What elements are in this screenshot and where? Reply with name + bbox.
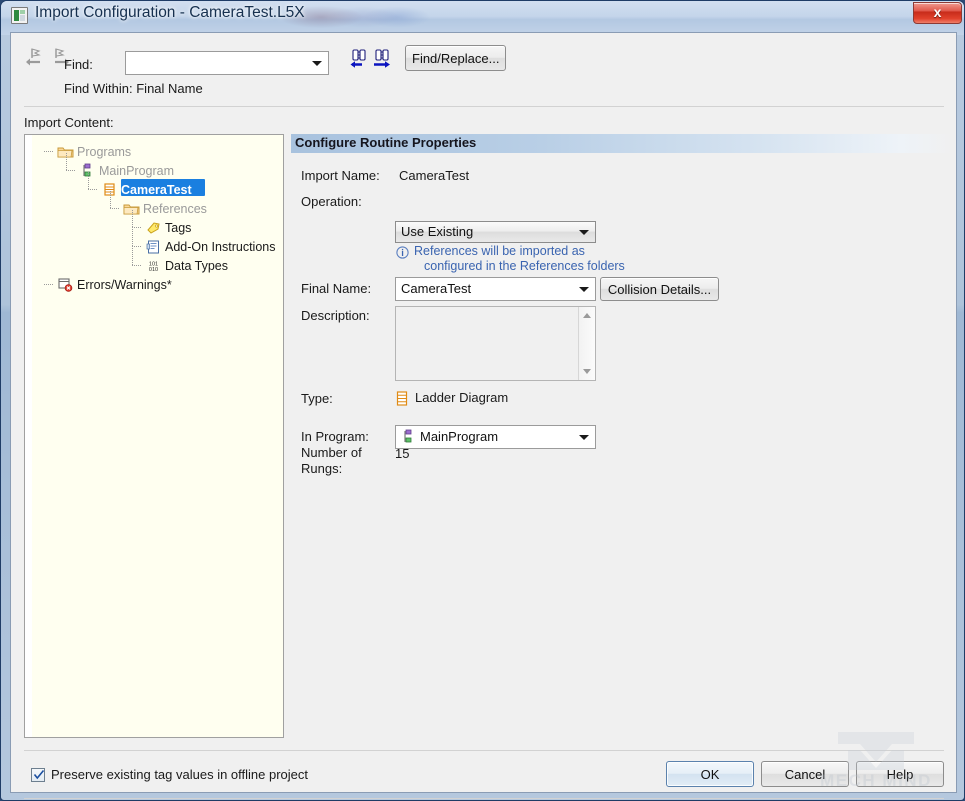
configure-routine-properties-panel: Configure Routine Properties Import Name… [291,134,956,738]
tree-connector [132,246,142,247]
tree-connector [44,151,54,152]
description-scrollbar[interactable] [578,307,595,380]
dialog-client-area: Find: [10,32,957,793]
flag-previous-icon[interactable] [24,46,46,68]
description-input[interactable] [396,307,579,380]
number-of-rungs-label-line2: Rungs: [301,461,342,476]
collision-details-button[interactable]: Collision Details... [600,277,719,301]
number-of-rungs-label-line1: Number of [301,445,362,460]
tree-item-label: Programs [77,143,131,161]
tree-connector-vertical [110,191,111,209]
preserve-tag-values-label: Preserve existing tag values in offline … [51,767,308,782]
tree-item-label: Add-On Instructions [165,238,275,256]
addon-icon [145,239,162,255]
type-value: Ladder Diagram [415,390,508,405]
tree-item-label: MainProgram [99,162,174,180]
tree-connector [44,284,54,285]
in-program-value: MainProgram [420,429,498,444]
svg-text:010: 010 [149,267,158,273]
program-icon [400,429,417,445]
find-input[interactable] [129,54,307,72]
check-icon [33,769,45,781]
help-button[interactable]: Help [856,761,944,787]
final-name-select[interactable]: CameraTest [395,277,596,301]
find-label: Find: [64,57,93,72]
tree-connector [132,265,142,266]
tree-connector-vertical [66,153,67,171]
ladder-diagram-icon [395,391,409,406]
scroll-down-arrow-icon[interactable] [579,363,596,380]
import-name-value: CameraTest [399,168,469,183]
tree-connector-vertical [88,172,89,190]
title-bar: Import Configuration - CameraTest.L5X x [1,1,965,31]
final-name-label: Final Name: [301,281,371,296]
tree-item-label: Errors/Warnings* [77,276,172,294]
references-info-line2: configured in the References folders [424,259,625,273]
tree-connector [88,189,98,190]
in-program-select[interactable]: MainProgram [395,425,596,449]
section-title: Configure Routine Properties [295,135,476,150]
error-icon [57,277,74,293]
find-replace-button[interactable]: Find/Replace... [405,45,506,71]
tree-left-margin [25,135,32,737]
tree-item-label: References [143,200,207,218]
binoculars-next-icon[interactable] [371,47,393,69]
type-label: Type: [301,391,333,406]
tree-connector-vertical [132,248,133,266]
spreadsheet-icon [11,7,28,24]
find-toolbar: Find: [11,33,956,107]
references-info-line1: References will be imported as [414,244,585,258]
chevron-down-icon[interactable] [579,287,589,292]
status-divider [24,798,944,799]
operation-value: Use Existing [401,224,473,239]
close-button[interactable]: x [913,2,962,24]
number-of-rungs-value: 15 [395,446,409,461]
description-textbox[interactable] [395,306,596,381]
import-name-label: Import Name: [301,168,380,183]
info-icon [396,246,409,259]
import-configuration-window: Import Configuration - CameraTest.L5X x [0,0,965,801]
tree-connector [132,227,142,228]
tree-item-label: Tags [165,219,191,237]
in-program-label: In Program: [301,429,369,444]
toolbar-divider [24,106,944,107]
tag-icon [145,220,162,236]
cancel-button[interactable]: Cancel [761,761,849,787]
operation-select[interactable]: Use Existing [395,221,596,243]
import-content-tree[interactable]: Programs MainProgram [24,134,284,738]
datatype-icon: 101 010 [145,258,162,274]
scroll-up-arrow-icon[interactable] [579,307,596,324]
description-label: Description: [301,308,370,323]
tree-connector [66,170,76,171]
ok-button[interactable]: OK [666,761,754,787]
close-icon: x [914,4,961,20]
final-name-value: CameraTest [401,281,471,296]
tree-connector-vertical [132,229,133,247]
tree-connector-vertical [132,210,133,228]
tree-item-label: CameraTest [121,181,192,199]
find-combobox[interactable] [125,51,329,75]
window-title: Import Configuration - CameraTest.L5X [35,4,305,22]
chevron-down-icon[interactable] [579,230,589,235]
tree-connector [110,208,120,209]
import-content-label: Import Content: [24,115,114,130]
footer-divider [24,750,944,751]
find-within-label: Find Within: Final Name [64,81,203,96]
operation-label: Operation: [301,194,362,209]
preserve-tag-values-checkbox[interactable] [31,768,45,782]
tree-item-label: Data Types [165,257,228,275]
binoculars-previous-icon[interactable] [348,47,370,69]
section-header: Configure Routine Properties [291,134,954,153]
chevron-down-icon[interactable] [312,61,322,66]
chevron-down-icon[interactable] [579,435,589,440]
